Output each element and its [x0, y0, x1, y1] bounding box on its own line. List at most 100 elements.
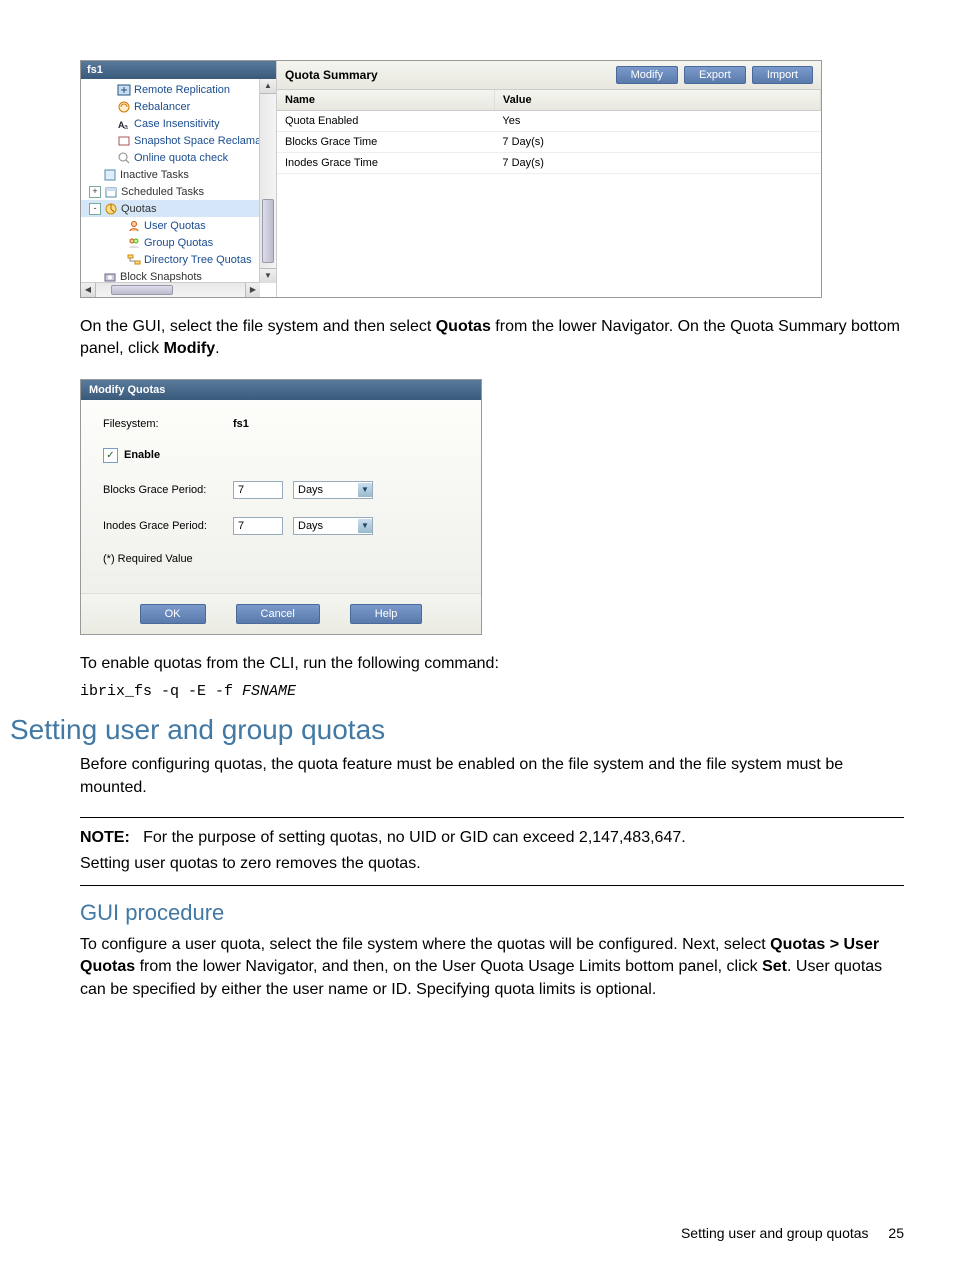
summary-panel: Quota Summary Modify Export Import Name … — [277, 61, 821, 297]
import-button[interactable]: Import — [752, 66, 813, 84]
quota-check-icon — [117, 151, 131, 165]
export-button[interactable]: Export — [684, 66, 746, 84]
tree-item-label: Inactive Tasks — [120, 169, 189, 181]
cell-name: Quota Enabled — [277, 111, 494, 132]
col-value: Value — [494, 90, 820, 111]
cell-value: 7 Day(s) — [494, 153, 820, 174]
group-quotas-icon — [127, 236, 141, 250]
tree-item-case-insensitivity[interactable]: Aa Case Insensitivity — [81, 115, 276, 132]
tree-item-label: Rebalancer — [134, 101, 190, 113]
scroll-thumb[interactable] — [262, 199, 274, 263]
tree-item-remote-replication[interactable]: Remote Replication — [81, 81, 276, 98]
blocks-grace-label: Blocks Grace Period: — [103, 484, 233, 496]
snapshot-reclaim-icon — [117, 134, 131, 148]
tree-item-quotas[interactable]: - Quotas — [81, 200, 276, 217]
scroll-left-icon[interactable]: ◀ — [81, 283, 96, 297]
tree-item-online-quota-check[interactable]: Online quota check — [81, 149, 276, 166]
col-name: Name — [277, 90, 494, 111]
case-icon: Aa — [117, 117, 131, 131]
tree-item-label: Remote Replication — [134, 84, 230, 96]
note-box: NOTE: For the purpose of setting quotas,… — [80, 817, 904, 886]
tree-item-label: Scheduled Tasks — [121, 186, 204, 198]
summary-table: Name Value Quota Enabled Yes Blocks Grac… — [277, 90, 821, 174]
modify-quotas-dialog: Modify Quotas Filesystem: fs1 ✓ Enable B… — [80, 379, 482, 635]
scroll-down-icon[interactable]: ▼ — [260, 268, 276, 283]
inodes-grace-unit-select[interactable]: Days ▼ — [293, 517, 373, 535]
tree-item-label: Group Quotas — [144, 237, 213, 249]
blocks-grace-input[interactable]: 7 — [233, 481, 283, 499]
inodes-grace-row: Inodes Grace Period: 7 Days ▼ — [103, 517, 459, 535]
h-scroll-thumb[interactable] — [111, 285, 173, 295]
blocks-grace-unit-select[interactable]: Days ▼ — [293, 481, 373, 499]
tree-item-inactive-tasks[interactable]: Inactive Tasks — [81, 166, 276, 183]
table-row: Quota Enabled Yes — [277, 111, 821, 132]
tree-items-container: Remote Replication Rebalancer Aa Case In… — [81, 79, 276, 297]
horizontal-scrollbar[interactable]: ◀ ▶ — [81, 282, 260, 297]
cell-name: Inodes Grace Time — [277, 153, 494, 174]
chevron-down-icon: ▼ — [358, 519, 372, 533]
tree-item-rebalancer[interactable]: Rebalancer — [81, 98, 276, 115]
tree-item-label: Block Snapshots — [120, 271, 202, 283]
tree-item-label: Quotas — [121, 203, 156, 215]
enable-label: Enable — [124, 449, 160, 461]
filesystem-label: Filesystem: — [103, 418, 233, 430]
note-label: NOTE: — [80, 829, 130, 846]
tree-item-label: Online quota check — [134, 152, 228, 164]
note-extra: Setting user quotas to zero removes the … — [80, 853, 904, 875]
table-header-row: Name Value — [277, 90, 821, 111]
svg-text:a: a — [124, 124, 128, 131]
page-number: 25 — [888, 1225, 904, 1241]
tree-item-user-quotas[interactable]: User Quotas — [81, 217, 276, 234]
tree-item-scheduled-tasks[interactable]: + Scheduled Tasks — [81, 183, 276, 200]
minus-expander-icon[interactable]: - — [89, 203, 101, 215]
plus-expander-icon[interactable]: + — [89, 186, 101, 198]
unit-value: Days — [298, 520, 323, 532]
chevron-down-icon: ▼ — [358, 483, 372, 497]
filesystem-row: Filesystem: fs1 — [103, 418, 459, 430]
section-intro: Before configuring quotas, the quota fea… — [80, 754, 904, 799]
dialog-title: Modify Quotas — [81, 380, 481, 400]
inodes-grace-input[interactable]: 7 — [233, 517, 283, 535]
tree-item-label: Directory Tree Quotas — [144, 254, 252, 266]
cell-value: Yes — [494, 111, 820, 132]
cancel-button[interactable]: Cancel — [236, 604, 320, 624]
required-value-note: (*) Required Value — [103, 553, 459, 565]
modify-button[interactable]: Modify — [616, 66, 678, 84]
quotas-icon — [104, 202, 118, 216]
vertical-scrollbar[interactable]: ▲ ▼ — [259, 79, 276, 283]
navigator-tree: Remote Replication Rebalancer Aa Case In… — [81, 79, 276, 297]
quota-summary-screenshot: fs1 Remote Replication Rebalancer Aa Cas… — [80, 60, 822, 298]
page-footer: Setting user and group quotas 25 — [681, 1225, 904, 1241]
dir-tree-quotas-icon — [127, 253, 141, 267]
navigator-panel: fs1 Remote Replication Rebalancer Aa Cas… — [81, 61, 277, 297]
tree-item-label: Case Insensitivity — [134, 118, 220, 130]
replication-icon — [117, 83, 131, 97]
table-row: Blocks Grace Time 7 Day(s) — [277, 132, 821, 153]
user-quotas-icon — [127, 219, 141, 233]
tree-item-group-quotas[interactable]: Group Quotas — [81, 234, 276, 251]
help-button[interactable]: Help — [350, 604, 423, 624]
tree-item-label: User Quotas — [144, 220, 206, 232]
scheduled-tasks-icon — [104, 185, 118, 199]
enable-row: ✓ Enable — [103, 448, 459, 463]
navigator-title: fs1 — [81, 61, 276, 79]
cli-command: ibrix_fs -q -E -f FSNAME — [80, 683, 904, 700]
unit-value: Days — [298, 484, 323, 496]
scroll-up-icon[interactable]: ▲ — [260, 79, 276, 94]
inodes-grace-label: Inodes Grace Period: — [103, 520, 233, 532]
cell-name: Blocks Grace Time — [277, 132, 494, 153]
ok-button[interactable]: OK — [140, 604, 206, 624]
cli-instruction: To enable quotas from the CLI, run the f… — [80, 653, 904, 675]
gui-procedure-paragraph: To configure a user quota, select the fi… — [80, 934, 904, 1001]
tree-item-directory-tree-quotas[interactable]: Directory Tree Quotas — [81, 251, 276, 268]
instruction-paragraph-1: On the GUI, select the file system and t… — [80, 316, 904, 361]
section-heading-setting-quotas: Setting user and group quotas — [10, 714, 904, 746]
tree-item-snapshot-space-reclaim[interactable]: Snapshot Space Reclama — [81, 132, 276, 149]
enable-checkbox[interactable]: ✓ — [103, 448, 118, 463]
table-row: Inodes Grace Time 7 Day(s) — [277, 153, 821, 174]
dialog-footer: OK Cancel Help — [81, 593, 481, 634]
blocks-grace-row: Blocks Grace Period: 7 Days ▼ — [103, 481, 459, 499]
summary-header: Quota Summary Modify Export Import — [277, 61, 821, 90]
cell-value: 7 Day(s) — [494, 132, 820, 153]
scroll-right-icon[interactable]: ▶ — [245, 283, 260, 297]
